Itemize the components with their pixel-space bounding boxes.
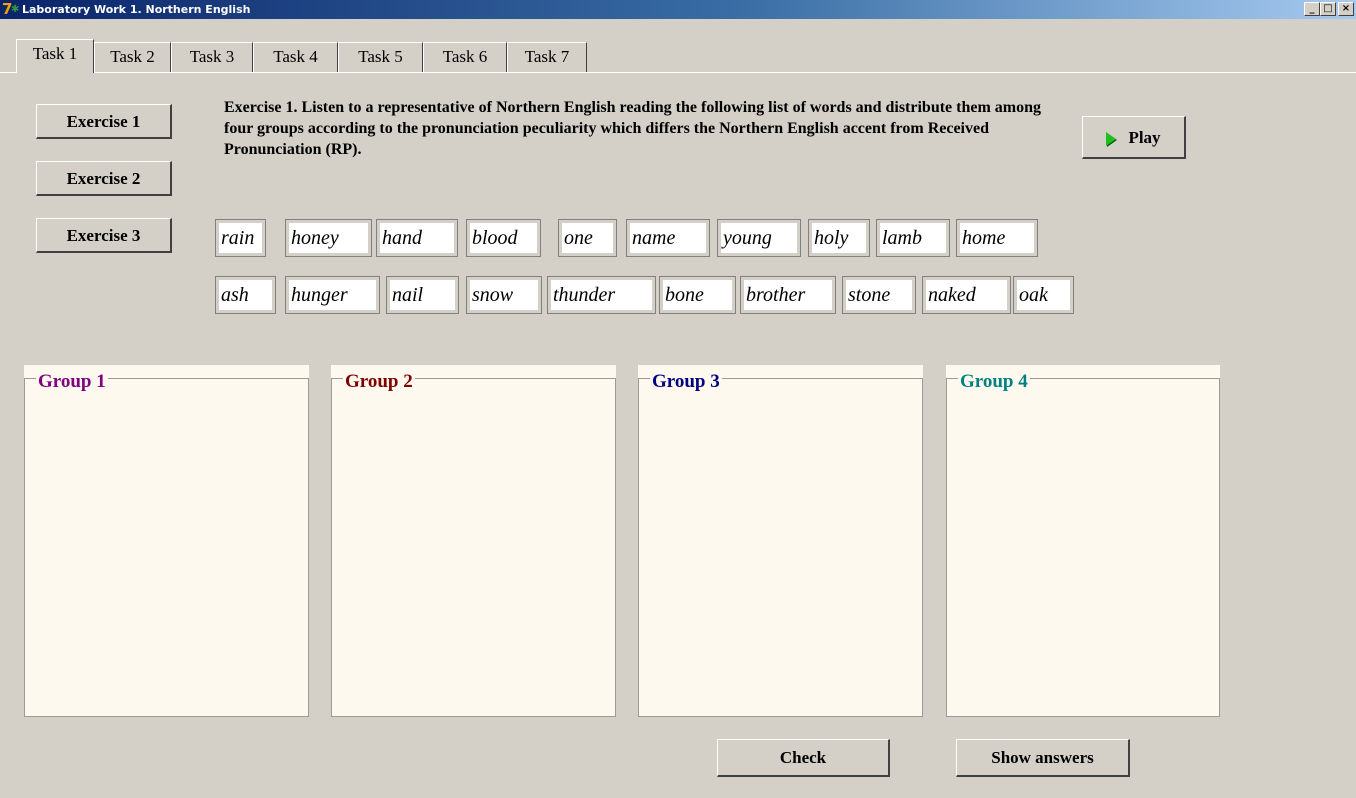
play-button[interactable]: Play	[1082, 116, 1186, 159]
word-card[interactable]: lamb	[876, 219, 950, 257]
group-1-drop-area[interactable]: Group 1	[24, 365, 309, 717]
window-title: Laboratory Work 1. Northern English	[22, 3, 251, 16]
maximize-button[interactable]: □	[1320, 2, 1336, 16]
word-card[interactable]: naked	[922, 276, 1011, 314]
group-2-label: Group 2	[343, 371, 415, 392]
word-card[interactable]: bone	[659, 276, 736, 314]
word-card[interactable]: blood	[466, 219, 541, 257]
word-card[interactable]: one	[558, 219, 617, 257]
close-button[interactable]: ×	[1338, 2, 1354, 16]
exercise-instructions: Exercise 1. Listen to a representative o…	[224, 99, 1042, 158]
exercise-1-button[interactable]: Exercise 1	[36, 104, 172, 139]
word-card[interactable]: brother	[740, 276, 836, 314]
tab-task-2[interactable]: Task 2	[94, 42, 171, 72]
word-card[interactable]: holy	[808, 219, 870, 257]
word-card[interactable]: home	[956, 219, 1038, 257]
word-card[interactable]: hunger	[285, 276, 380, 314]
word-card[interactable]: hand	[376, 219, 458, 257]
app-icon: 7 ✱	[2, 0, 20, 18]
group-2-drop-area[interactable]: Group 2	[331, 365, 616, 717]
word-card[interactable]: thunder	[547, 276, 656, 314]
tab-task-3[interactable]: Task 3	[171, 42, 253, 72]
tab-task-5[interactable]: Task 5	[338, 42, 423, 72]
word-card[interactable]: snow	[466, 276, 542, 314]
word-card[interactable]: ash	[215, 276, 276, 314]
group-1-label: Group 1	[36, 371, 108, 392]
tab-task-6[interactable]: Task 6	[423, 42, 507, 72]
exercise-3-button[interactable]: Exercise 3	[36, 218, 172, 253]
group-4-label: Group 4	[958, 371, 1030, 392]
window-controls: _ □ ×	[1304, 2, 1354, 16]
word-card[interactable]: young	[717, 219, 801, 257]
play-icon	[1106, 132, 1117, 147]
tab-task-7[interactable]: Task 7	[507, 42, 587, 72]
word-card[interactable]: honey	[285, 219, 372, 257]
word-card[interactable]: oak	[1013, 276, 1074, 314]
tab-strip-line	[0, 72, 1356, 73]
title-bar: 7 ✱ Laboratory Work 1. Northern English _…	[0, 0, 1356, 19]
word-card[interactable]: rain	[215, 219, 266, 257]
group-4-drop-area[interactable]: Group 4	[946, 365, 1220, 717]
minimize-button[interactable]: _	[1304, 2, 1320, 16]
play-label: Play	[1128, 128, 1161, 147]
tab-task-1[interactable]: Task 1	[16, 39, 94, 73]
exercise-2-button[interactable]: Exercise 2	[36, 161, 172, 196]
group-3-drop-area[interactable]: Group 3	[638, 365, 923, 717]
word-card[interactable]: nail	[386, 276, 459, 314]
tab-task-4[interactable]: Task 4	[253, 42, 338, 72]
group-3-label: Group 3	[650, 371, 722, 392]
show-answers-button[interactable]: Show answers	[956, 739, 1130, 777]
word-card[interactable]: name	[626, 219, 710, 257]
check-button[interactable]: Check	[717, 739, 890, 777]
word-card[interactable]: stone	[842, 276, 916, 314]
